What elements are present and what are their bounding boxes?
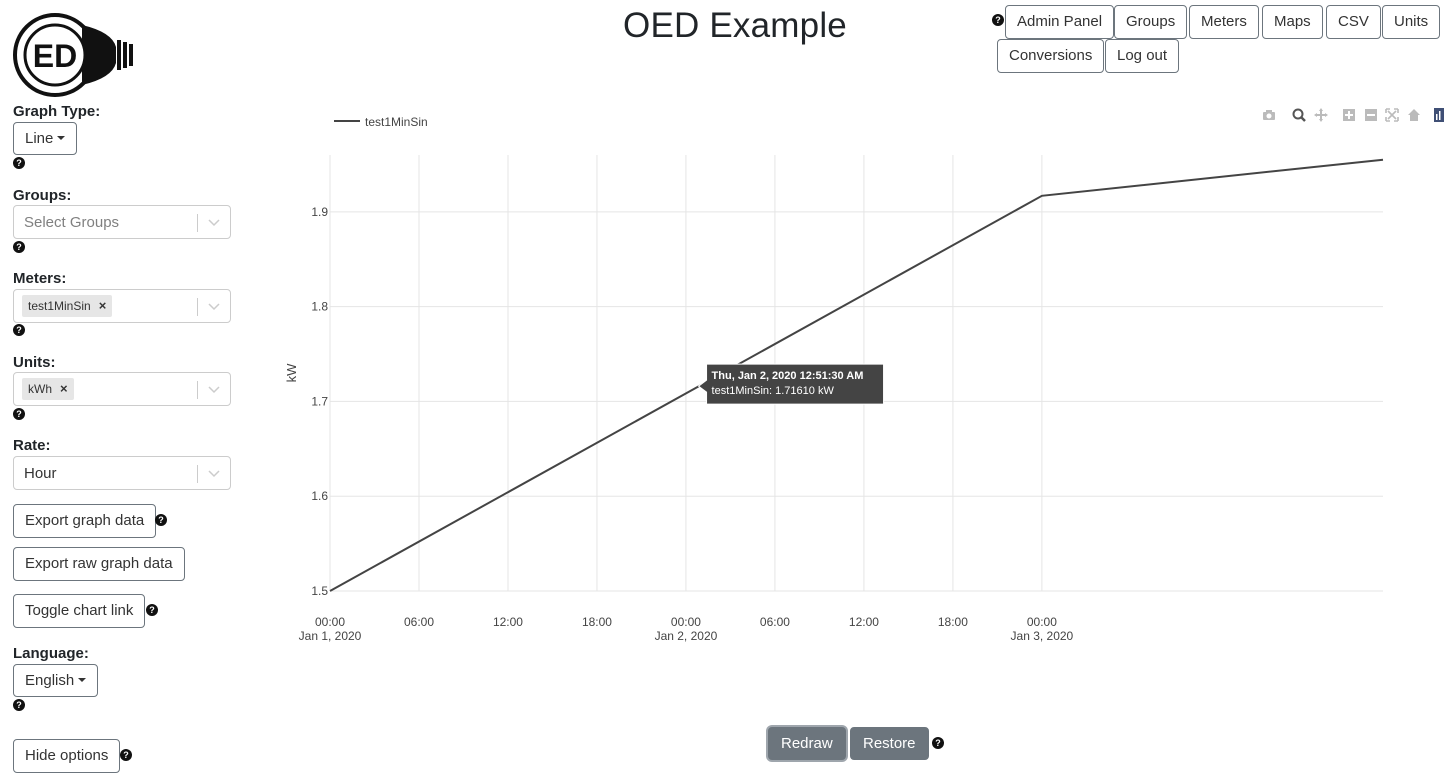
groups-label: Groups: xyxy=(13,187,72,204)
chevron-down-icon[interactable] xyxy=(206,296,222,316)
meters-help-icon[interactable]: ? xyxy=(13,324,25,336)
meter-chip-label: test1MinSin xyxy=(28,299,91,313)
meters-button[interactable]: Meters xyxy=(1189,5,1259,39)
csv-button[interactable]: CSV xyxy=(1326,5,1381,39)
controls-help-icon[interactable]: ? xyxy=(932,737,944,749)
x-tick-label: 12:00 xyxy=(493,615,523,629)
legend-label[interactable]: test1MinSin xyxy=(365,115,428,129)
x-tick-label: 00:00 xyxy=(671,615,701,629)
x-tick-date-label: Jan 2, 2020 xyxy=(655,629,718,643)
language-dropdown[interactable]: English xyxy=(13,664,99,697)
remove-unit-icon[interactable]: × xyxy=(60,381,68,396)
remove-meter-icon[interactable]: × xyxy=(99,298,107,313)
toggle-chart-link-button[interactable]: Toggle chart link xyxy=(13,594,146,628)
x-tick-label: 00:00 xyxy=(315,615,345,629)
admin-panel-button[interactable]: Admin Panel xyxy=(1005,5,1115,39)
select-separator xyxy=(197,465,198,483)
y-tick-label: 1.9 xyxy=(311,205,328,219)
logo-text: ED xyxy=(33,38,77,74)
redraw-button[interactable]: Redraw xyxy=(768,727,846,760)
meter-chip: test1MinSin × xyxy=(22,295,113,317)
x-tick-label: 00:00 xyxy=(1027,615,1057,629)
groups-help-icon[interactable]: ? xyxy=(13,241,25,253)
x-tick-label: 12:00 xyxy=(849,615,879,629)
y-tick-label: 1.5 xyxy=(311,584,328,598)
y-axis-label: kW xyxy=(284,363,299,383)
rate-value: Hour xyxy=(24,465,57,482)
select-separator xyxy=(197,381,198,399)
groups-select[interactable]: Select Groups xyxy=(13,205,231,239)
line-chart[interactable]: 1.51.61.71.81.900:00Jan 1, 202006:00 12:0… xyxy=(280,100,1444,660)
x-tick-label: 18:00 xyxy=(938,615,968,629)
log-out-button[interactable]: Log out xyxy=(1105,39,1180,73)
x-tick-date-label: Jan 3, 2020 xyxy=(1011,629,1074,643)
graph-type-label: Graph Type: xyxy=(13,103,101,120)
caret-down-icon xyxy=(78,678,87,682)
rate-label: Rate: xyxy=(13,437,51,454)
export-graph-data-button[interactable]: Export graph data xyxy=(13,504,157,538)
language-help-icon[interactable]: ? xyxy=(13,699,25,711)
units-button[interactable]: Units xyxy=(1382,5,1441,39)
graph-type-value: Line xyxy=(25,130,54,147)
tooltip-value: test1MinSin: 1.71610 kW xyxy=(712,385,835,397)
select-separator xyxy=(197,298,198,316)
chevron-down-icon[interactable] xyxy=(206,463,222,483)
meters-label: Meters: xyxy=(13,270,67,287)
y-tick-label: 1.6 xyxy=(311,489,328,503)
language-label: Language: xyxy=(13,645,89,662)
select-separator xyxy=(197,214,198,232)
x-tick-label: 18:00 xyxy=(582,615,612,629)
x-tick-label: 06:00 xyxy=(760,615,790,629)
conversions-button[interactable]: Conversions xyxy=(997,39,1105,73)
export-help-icon[interactable]: ? xyxy=(155,514,167,526)
hide-options-button[interactable]: Hide options xyxy=(13,739,121,773)
maps-button[interactable]: Maps xyxy=(1262,5,1323,39)
app-page: ED OED Example ? Admin Panel Groups Mete… xyxy=(0,0,1444,779)
units-help-icon[interactable]: ? xyxy=(13,408,25,420)
graph-type-dropdown[interactable]: Line xyxy=(13,122,78,155)
x-tick-label: 06:00 xyxy=(404,615,434,629)
y-tick-label: 1.8 xyxy=(311,300,328,314)
hide-options-help-icon[interactable]: ? xyxy=(120,749,132,761)
unit-chip-label: kWh xyxy=(28,382,52,396)
language-value: English xyxy=(25,672,75,689)
x-tick-date-label: Jan 1, 2020 xyxy=(299,629,362,643)
unit-chip: kWh × xyxy=(22,378,74,400)
groups-button[interactable]: Groups xyxy=(1114,5,1188,39)
groups-placeholder: Select Groups xyxy=(24,214,120,231)
export-raw-graph-data-button[interactable]: Export raw graph data xyxy=(13,547,185,581)
graph-type-help-icon[interactable]: ? xyxy=(13,157,25,169)
units-label: Units: xyxy=(13,354,56,371)
page-title: OED Example xyxy=(623,6,847,45)
restore-button[interactable]: Restore xyxy=(850,727,929,760)
tooltip-title: Thu, Jan 2, 2020 12:51:30 AM xyxy=(712,370,864,382)
rate-select[interactable]: Hour xyxy=(13,456,231,490)
meters-select[interactable]: test1MinSin × xyxy=(13,289,231,323)
chart-link-help-icon[interactable]: ? xyxy=(146,604,158,616)
y-tick-label: 1.7 xyxy=(311,394,328,408)
caret-down-icon xyxy=(57,136,66,140)
chevron-down-icon[interactable] xyxy=(206,379,222,399)
nav-help-icon[interactable]: ? xyxy=(992,14,1004,26)
chevron-down-icon[interactable] xyxy=(206,212,222,232)
units-select[interactable]: kWh × xyxy=(13,372,231,406)
oed-logo: ED xyxy=(13,13,133,97)
